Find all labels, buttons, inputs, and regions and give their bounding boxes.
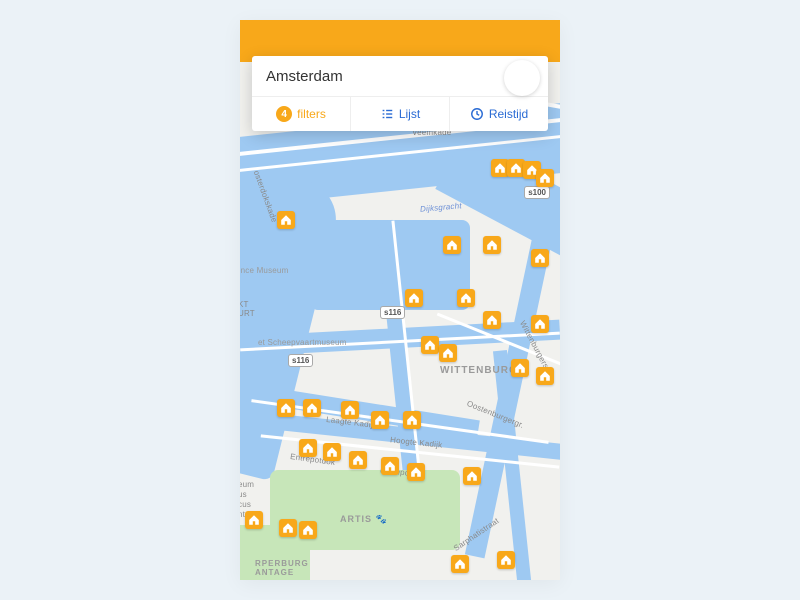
property-pin[interactable] (451, 555, 469, 573)
property-pin[interactable] (483, 236, 501, 254)
property-pin[interactable] (341, 401, 359, 419)
street-label: et Scheepvaartmuseum (258, 338, 347, 347)
property-pin[interactable] (279, 519, 297, 537)
district-label: WITTENBURG (440, 365, 518, 376)
list-label: Lijst (399, 107, 420, 121)
property-pin[interactable] (323, 443, 341, 461)
property-pin[interactable] (277, 211, 295, 229)
search-input[interactable] (266, 68, 534, 85)
district-label: KT URT (240, 300, 255, 318)
street-label: Dijksgracht (420, 201, 462, 214)
property-pin[interactable] (245, 511, 263, 529)
property-pin[interactable] (511, 359, 529, 377)
property-pin[interactable] (403, 411, 421, 429)
property-pin[interactable] (277, 399, 295, 417)
property-pin[interactable] (299, 521, 317, 539)
district-label: RPERBURG ANTAGE (255, 559, 309, 577)
filters-label: filters (297, 107, 326, 121)
filters-button[interactable]: 4 filters (252, 97, 351, 131)
property-pin[interactable] (531, 315, 549, 333)
filter-count-badge: 4 (276, 106, 292, 122)
property-pin[interactable] (405, 289, 423, 307)
property-pin[interactable] (536, 169, 554, 187)
property-pin[interactable] (531, 249, 549, 267)
property-pin[interactable] (457, 289, 475, 307)
search-row (252, 56, 548, 96)
property-pin[interactable] (349, 451, 367, 469)
list-icon (380, 107, 394, 121)
search-clear-button[interactable] (504, 60, 540, 96)
property-pin[interactable] (443, 236, 461, 254)
app-screen: Veemkade Dijksgracht osterdokskade ence … (240, 20, 560, 580)
property-pin[interactable] (483, 311, 501, 329)
property-pin[interactable] (497, 551, 515, 569)
property-pin[interactable] (421, 336, 439, 354)
property-pin[interactable] (407, 463, 425, 481)
district-label: ARTIS 🐾 (340, 514, 388, 525)
property-pin[interactable] (463, 467, 481, 485)
route-shield: s116 (288, 354, 313, 367)
property-pin[interactable] (381, 457, 399, 475)
clock-icon (470, 107, 484, 121)
travel-label: Reistijd (489, 107, 528, 121)
travel-time-button[interactable]: Reistijd (450, 97, 548, 131)
list-toggle-button[interactable]: Lijst (351, 97, 450, 131)
route-shield: s116 (380, 306, 405, 319)
street-label: ence Museum (240, 266, 288, 275)
property-pin[interactable] (439, 344, 457, 362)
property-pin[interactable] (299, 439, 317, 457)
property-pin[interactable] (303, 399, 321, 417)
property-pin[interactable] (371, 411, 389, 429)
search-panel: 4 filters Lijst (252, 56, 548, 131)
property-pin[interactable] (536, 367, 554, 385)
segmented-controls: 4 filters Lijst (252, 96, 548, 131)
